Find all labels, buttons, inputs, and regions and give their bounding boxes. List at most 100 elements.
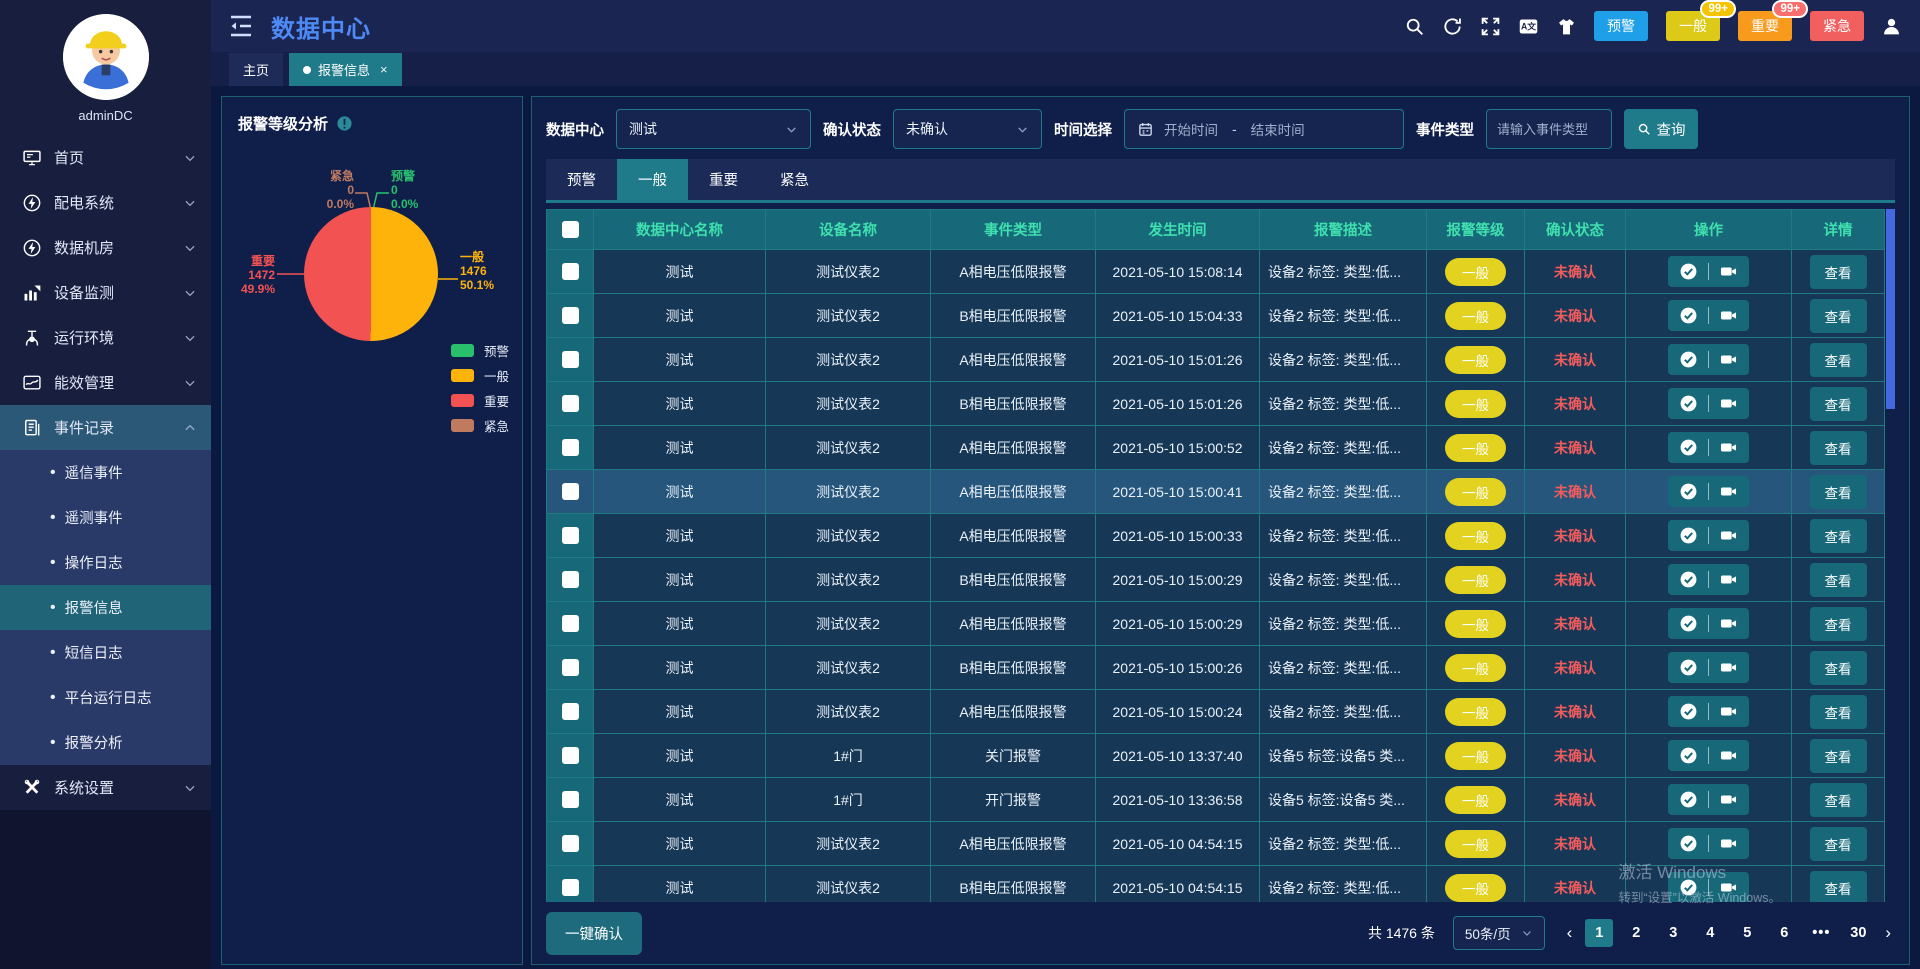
check-circle-icon[interactable]: [1679, 306, 1698, 325]
table-row[interactable]: 测试测试仪表2A相电压低限报警2021-05-10 15:00:24设备2 标签…: [547, 690, 1885, 734]
camera-icon[interactable]: [1719, 702, 1738, 721]
row-checkbox[interactable]: [562, 439, 579, 456]
check-circle-icon[interactable]: [1679, 702, 1698, 721]
check-circle-icon[interactable]: [1679, 438, 1698, 457]
event-type-input[interactable]: [1486, 109, 1612, 149]
operation-box[interactable]: [1668, 652, 1749, 683]
table-row[interactable]: 测试测试仪表2A相电压低限报警2021-05-10 15:00:33设备2 标签…: [547, 514, 1885, 558]
row-checkbox[interactable]: [562, 615, 579, 632]
info-icon[interactable]: [336, 115, 353, 132]
operation-box[interactable]: [1668, 696, 1749, 727]
camera-icon[interactable]: [1719, 262, 1738, 281]
view-button[interactable]: 查看: [1810, 475, 1867, 509]
table-row[interactable]: 测试测试仪表2A相电压低限报警2021-05-10 04:54:15设备2 标签…: [547, 822, 1885, 866]
check-circle-icon[interactable]: [1679, 878, 1698, 897]
sidebar-item[interactable]: 首页: [0, 135, 211, 180]
row-checkbox[interactable]: [562, 835, 579, 852]
row-checkbox[interactable]: [562, 659, 579, 676]
alarm-badge[interactable]: 重要99+: [1738, 11, 1792, 41]
camera-icon[interactable]: [1719, 438, 1738, 457]
view-button[interactable]: 查看: [1810, 651, 1867, 685]
row-checkbox[interactable]: [562, 879, 579, 896]
datacenter-select[interactable]: 测试: [616, 109, 811, 149]
check-circle-icon[interactable]: [1679, 526, 1698, 545]
search-icon[interactable]: [1404, 16, 1425, 37]
row-checkbox[interactable]: [562, 747, 579, 764]
view-button[interactable]: 查看: [1810, 607, 1867, 641]
query-button[interactable]: 查询: [1624, 109, 1698, 149]
view-button[interactable]: 查看: [1810, 695, 1867, 729]
operation-box[interactable]: [1668, 520, 1749, 551]
row-checkbox[interactable]: [562, 483, 579, 500]
operation-box[interactable]: [1668, 256, 1749, 287]
sidebar-subitem[interactable]: •报警信息: [0, 585, 211, 630]
check-circle-icon[interactable]: [1679, 790, 1698, 809]
check-circle-icon[interactable]: [1679, 262, 1698, 281]
sidebar-item[interactable]: 系统设置: [0, 765, 211, 810]
legend-item[interactable]: 紧急: [451, 419, 509, 432]
check-circle-icon[interactable]: [1679, 482, 1698, 501]
select-all-checkbox[interactable]: [562, 221, 579, 238]
sidebar-item[interactable]: 配电系统: [0, 180, 211, 225]
alarm-badge[interactable]: 预警: [1594, 11, 1648, 41]
operation-box[interactable]: [1668, 872, 1749, 902]
tab-home[interactable]: 主页: [229, 53, 283, 86]
check-circle-icon[interactable]: [1679, 570, 1698, 589]
row-checkbox[interactable]: [562, 307, 579, 324]
operation-box[interactable]: [1668, 608, 1749, 639]
sidebar-subitem[interactable]: •操作日志: [0, 540, 211, 585]
translate-icon[interactable]: A文: [1518, 16, 1539, 37]
page-button[interactable]: 6: [1770, 919, 1798, 947]
row-checkbox[interactable]: [562, 791, 579, 808]
prev-page-button[interactable]: ‹: [1563, 923, 1577, 943]
view-button[interactable]: 查看: [1810, 563, 1867, 597]
sidebar-subitem[interactable]: •报警分析: [0, 720, 211, 765]
legend-item[interactable]: 重要: [451, 394, 509, 407]
operation-box[interactable]: [1668, 388, 1749, 419]
sidebar-subitem[interactable]: •遥信事件: [0, 450, 211, 495]
pages-ellipsis[interactable]: •••: [1807, 919, 1835, 947]
scrollbar-thumb[interactable]: [1886, 209, 1895, 409]
operation-box[interactable]: [1668, 828, 1749, 859]
table-row[interactable]: 测试测试仪表2A相电压低限报警2021-05-10 15:08:14设备2 标签…: [547, 250, 1885, 294]
camera-icon[interactable]: [1719, 878, 1738, 897]
tab-alarm-info[interactable]: 报警信息 ×: [289, 53, 402, 86]
camera-icon[interactable]: [1719, 834, 1738, 853]
date-range-picker[interactable]: 开始时间 - 结束时间: [1124, 109, 1404, 149]
check-circle-icon[interactable]: [1679, 746, 1698, 765]
theme-icon[interactable]: [1556, 16, 1577, 37]
end-time-placeholder[interactable]: 结束时间: [1251, 119, 1305, 139]
refresh-icon[interactable]: [1442, 16, 1463, 37]
table-row[interactable]: 测试测试仪表2B相电压低限报警2021-05-10 15:00:26设备2 标签…: [547, 646, 1885, 690]
view-button[interactable]: 查看: [1810, 343, 1867, 377]
view-button[interactable]: 查看: [1810, 519, 1867, 553]
table-row[interactable]: 测试测试仪表2B相电压低限报警2021-05-10 15:01:26设备2 标签…: [547, 382, 1885, 426]
page-button[interactable]: 3: [1659, 919, 1687, 947]
operation-box[interactable]: [1668, 300, 1749, 331]
view-button[interactable]: 查看: [1810, 871, 1867, 903]
operation-box[interactable]: [1668, 564, 1749, 595]
sidebar-item[interactable]: 事件记录: [0, 405, 211, 450]
close-icon[interactable]: ×: [380, 62, 388, 77]
row-checkbox[interactable]: [562, 263, 579, 280]
level-tab[interactable]: 一般: [617, 159, 688, 200]
page-button[interactable]: 30: [1844, 919, 1872, 947]
table-row[interactable]: 测试测试仪表2B相电压低限报警2021-05-10 15:04:33设备2 标签…: [547, 294, 1885, 338]
alarm-badge[interactable]: 一般99+: [1666, 11, 1720, 41]
camera-icon[interactable]: [1719, 614, 1738, 633]
camera-icon[interactable]: [1719, 790, 1738, 809]
level-tab[interactable]: 预警: [546, 159, 617, 200]
camera-icon[interactable]: [1719, 570, 1738, 589]
table-row[interactable]: 测试测试仪表2A相电压低限报警2021-05-10 15:00:29设备2 标签…: [547, 602, 1885, 646]
page-button[interactable]: 4: [1696, 919, 1724, 947]
table-row[interactable]: 测试测试仪表2A相电压低限报警2021-05-10 15:00:52设备2 标签…: [547, 426, 1885, 470]
sidebar-item[interactable]: 数据机房: [0, 225, 211, 270]
status-select[interactable]: 未确认: [893, 109, 1042, 149]
operation-box[interactable]: [1668, 344, 1749, 375]
camera-icon[interactable]: [1719, 482, 1738, 501]
table-row[interactable]: 测试1#门关门报警2021-05-10 13:37:40设备5 标签:设备5 类…: [547, 734, 1885, 778]
operation-box[interactable]: [1668, 784, 1749, 815]
legend-item[interactable]: 预警: [451, 344, 509, 357]
menu-collapse-icon[interactable]: [229, 15, 253, 37]
sidebar-item[interactable]: 设备监测: [0, 270, 211, 315]
